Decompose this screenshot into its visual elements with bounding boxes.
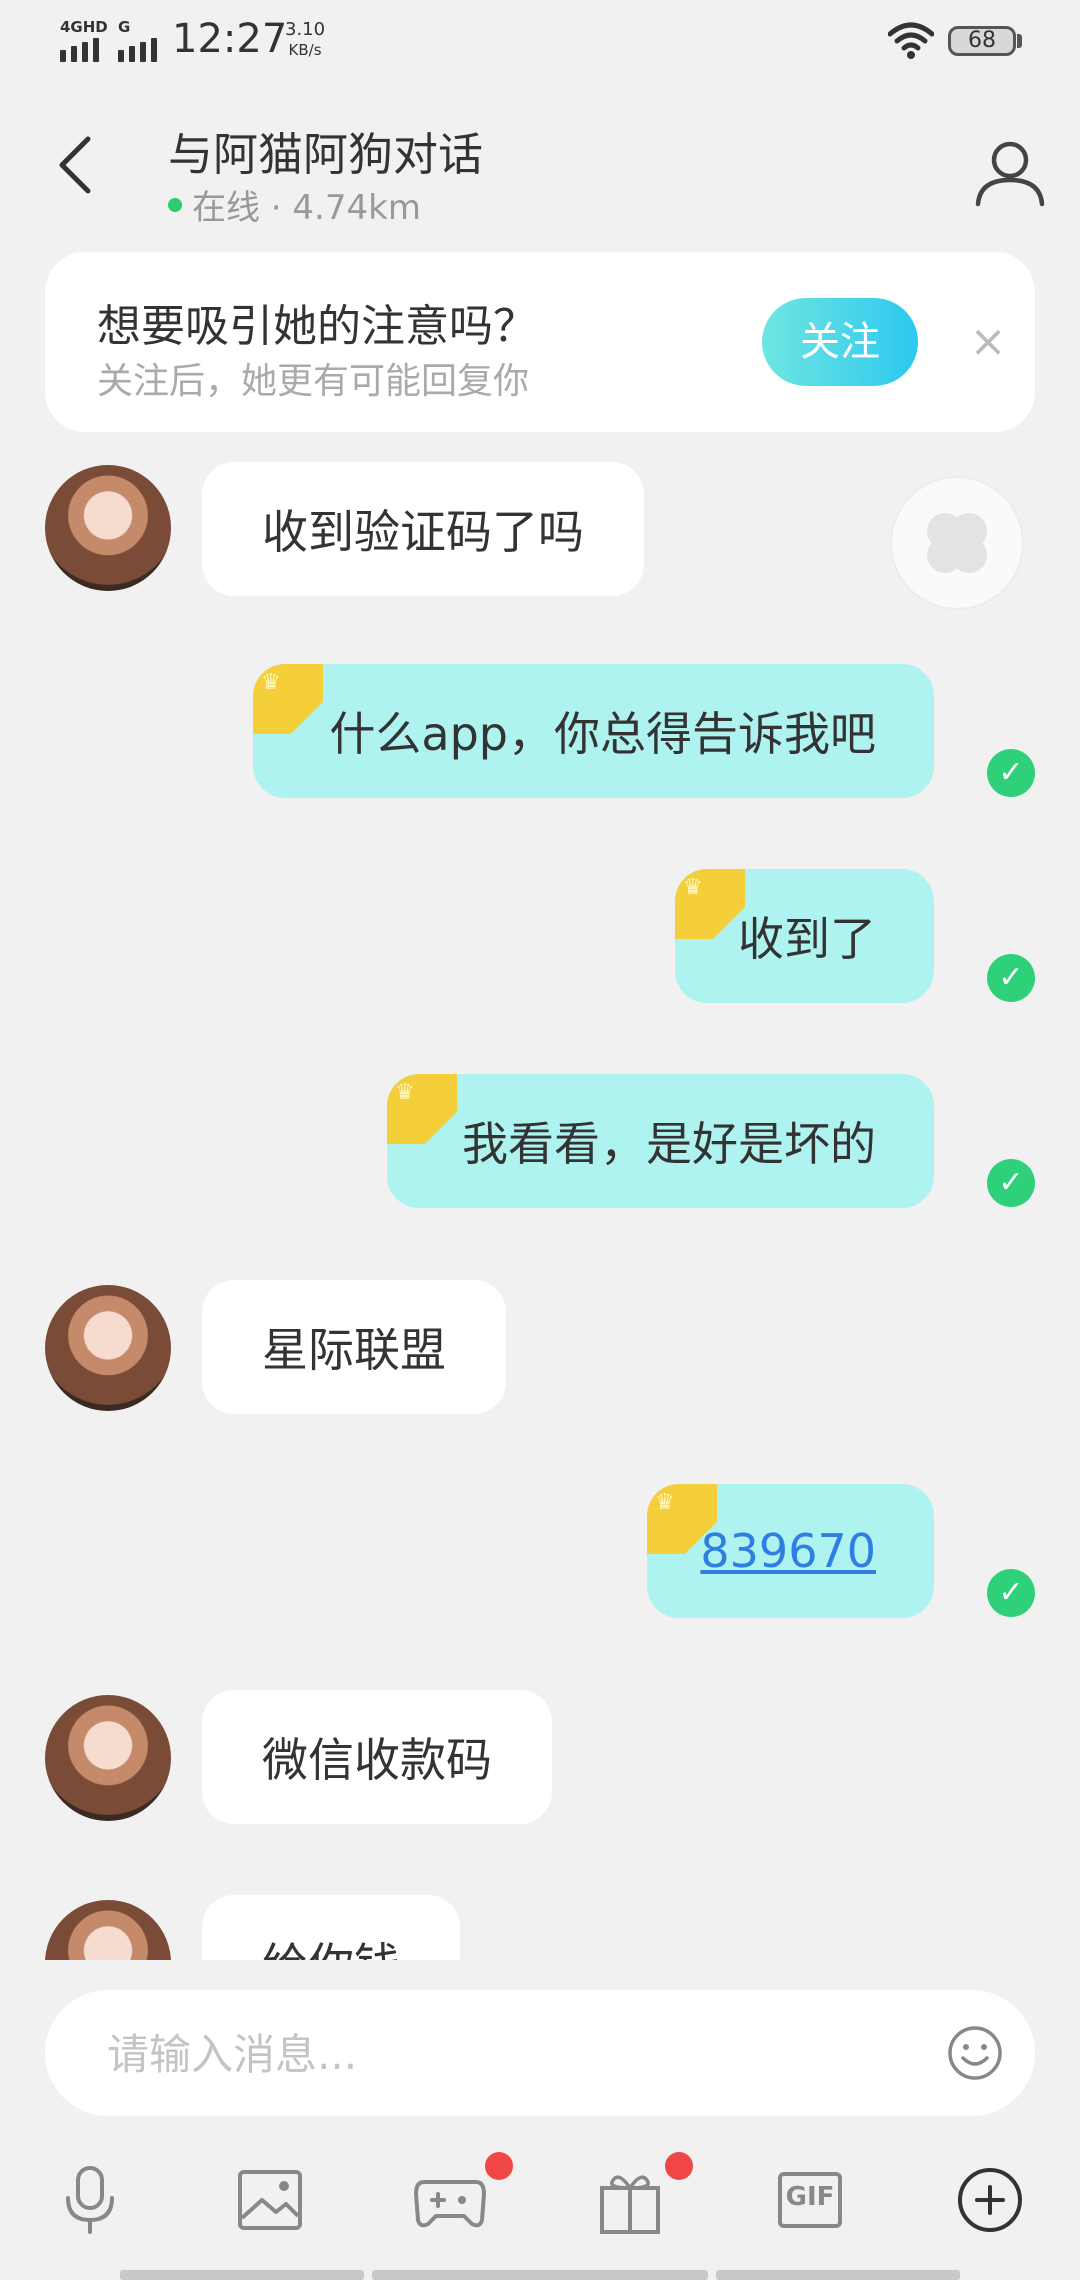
speed-value: 3.10 — [285, 19, 326, 40]
vip-corner-badge: ♛ — [387, 1074, 457, 1144]
battery-tip — [1017, 34, 1022, 48]
verification-code-link[interactable]: 839670 — [700, 1524, 876, 1578]
signal-bars-icon — [60, 38, 108, 62]
message-bubble-incoming[interactable]: 给你钱 — [202, 1895, 460, 1960]
message-bubble-outgoing[interactable]: ♛ 什么app，你总得告诉我吧 — [253, 664, 934, 798]
message-text: 我看看，是好是坏的 — [462, 1117, 876, 1171]
avatar[interactable] — [45, 465, 171, 591]
network-speed: 3.10 KB/s — [285, 20, 325, 60]
gif-label: GIF — [785, 2182, 835, 2212]
message-row-incoming — [45, 1695, 171, 1821]
online-status-text: 在线 · 4.74km — [192, 188, 421, 228]
game-button[interactable] — [410, 2152, 513, 2240]
wifi-icon — [888, 22, 934, 59]
crown-icon: ♛ — [395, 1080, 415, 1105]
nav-hint-bar — [372, 2270, 708, 2280]
message-text: 星际联盟 — [262, 1323, 446, 1377]
crown-icon: ♛ — [261, 670, 281, 695]
back-arrow-icon[interactable] — [40, 125, 120, 205]
speed-unit: KB/s — [288, 41, 322, 59]
read-check-icon: ✓ — [987, 1159, 1035, 1207]
read-check-icon: ✓ — [987, 749, 1035, 797]
message-text: 收到了 — [738, 912, 876, 966]
network-type-label: 4GHD — [60, 18, 108, 36]
online-dot-icon — [168, 197, 182, 212]
clover-icon — [927, 513, 987, 573]
game-controller-icon — [414, 2180, 486, 2228]
status-time: 12:27 — [172, 16, 288, 62]
signal-bars-icon — [118, 38, 157, 62]
signal-group-2: G — [118, 18, 157, 62]
message-bubble-incoming[interactable]: 收到验证码了吗 — [202, 462, 644, 596]
message-input[interactable] — [105, 1990, 929, 2118]
emoji-icon[interactable] — [945, 2023, 1005, 2083]
notification-badge — [665, 2152, 693, 2180]
crown-icon: ♛ — [655, 1490, 675, 1515]
message-bubble-outgoing[interactable]: ♛ 839670 — [647, 1484, 934, 1618]
avatar[interactable] — [45, 1900, 171, 1960]
message-input-container — [45, 1990, 1035, 2118]
signal-group-1: 4GHD — [60, 18, 108, 62]
notification-badge — [485, 2152, 513, 2180]
nav-hint-bar — [716, 2270, 960, 2280]
chat-message-list[interactable]: 收到验证码了吗 ♛ 什么app，你总得告诉我吧 ✓ ♛ 收到了 ✓ ♛ 我看看，… — [0, 440, 1080, 1960]
message-row-incoming — [45, 1285, 171, 1411]
image-icon[interactable] — [230, 2160, 310, 2240]
vip-corner-badge: ♛ — [675, 869, 745, 939]
microphone-icon[interactable] — [50, 2160, 130, 2240]
follow-prompt-card: 想要吸引她的注意吗？ 关注后，她更有可能回复你 关注 × — [45, 252, 1035, 432]
close-icon[interactable]: × — [960, 314, 1016, 370]
message-text: 给你钱 — [262, 1929, 400, 1960]
vip-corner-badge: ♛ — [253, 664, 323, 734]
message-row-incoming — [45, 465, 171, 591]
status-bar: 4GHD G 12:27 3.10 KB/s 68 — [0, 0, 1080, 80]
message-text: 收到验证码了吗 — [262, 505, 584, 559]
follow-button[interactable]: 关注 — [762, 298, 918, 386]
message-bubble-incoming[interactable]: 星际联盟 — [202, 1280, 506, 1414]
online-status: 在线 · 4.74km — [168, 180, 421, 229]
gif-button[interactable]: GIF — [770, 2160, 850, 2240]
message-row-incoming — [45, 1900, 171, 1960]
message-text: 什么app，你总得告诉我吧 — [329, 707, 876, 761]
message-bubble-incoming[interactable]: 微信收款码 — [202, 1690, 552, 1824]
message-bubble-outgoing[interactable]: ♛ 收到了 — [675, 869, 934, 1003]
plus-icon[interactable] — [950, 2160, 1030, 2240]
gift-icon — [600, 2175, 660, 2234]
network-type-label: G — [118, 18, 131, 36]
follow-prompt-title: 想要吸引她的注意吗？ — [97, 301, 537, 352]
follow-prompt-subtitle: 关注后，她更有可能回复你 — [97, 361, 530, 402]
vip-corner-badge: ♛ — [647, 1484, 717, 1554]
chat-title: 与阿猫阿狗对话 — [168, 128, 484, 181]
clover-button[interactable] — [890, 476, 1024, 610]
battery-indicator: 68 — [948, 26, 1016, 56]
crown-icon: ♛ — [683, 875, 703, 900]
message-text: 微信收款码 — [262, 1733, 492, 1787]
avatar[interactable] — [45, 1285, 171, 1411]
read-check-icon: ✓ — [987, 1569, 1035, 1617]
gift-button[interactable] — [590, 2152, 693, 2240]
profile-icon[interactable] — [970, 132, 1050, 212]
avatar[interactable] — [45, 1695, 171, 1821]
read-check-icon: ✓ — [987, 954, 1035, 1002]
message-bubble-outgoing[interactable]: ♛ 我看看，是好是坏的 — [387, 1074, 934, 1208]
nav-hint-bar — [120, 2270, 364, 2280]
